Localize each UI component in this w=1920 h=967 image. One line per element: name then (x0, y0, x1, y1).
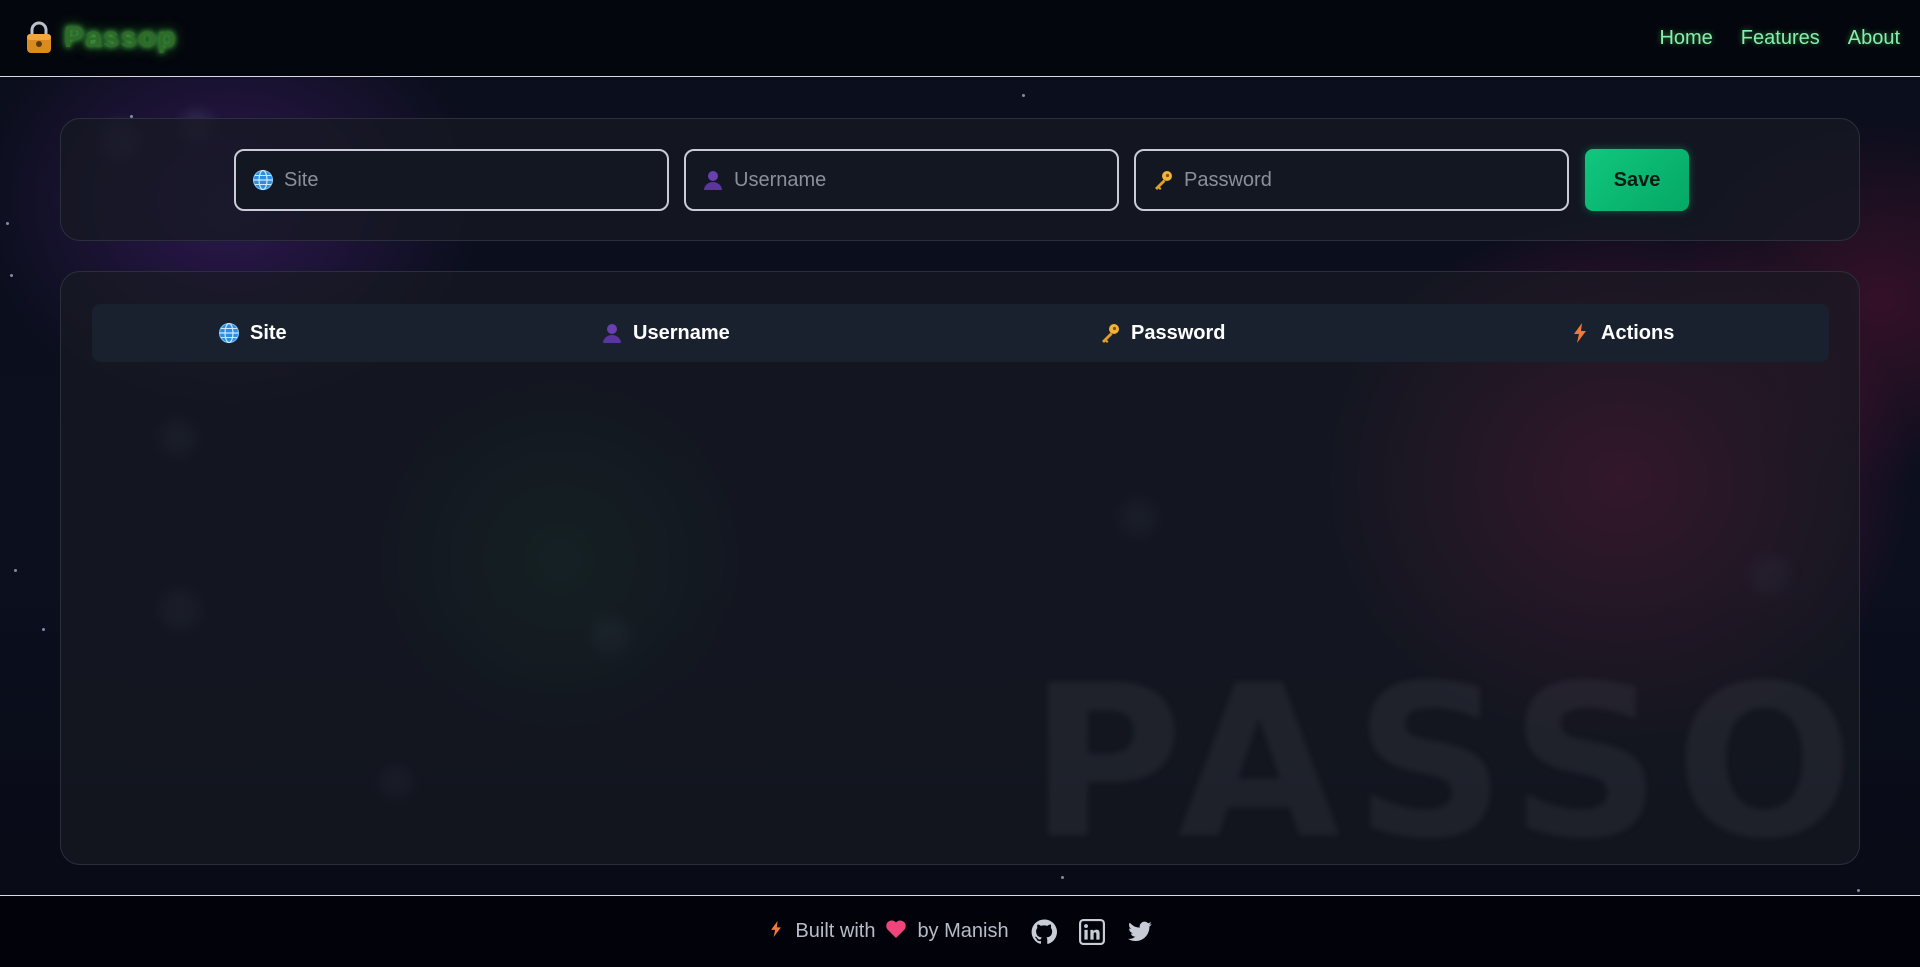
watermark: PASSOP (1029, 640, 1860, 865)
username-field[interactable] (684, 149, 1119, 211)
save-button[interactable]: Save (1585, 149, 1689, 211)
username-input[interactable] (734, 168, 1117, 192)
key-icon (1099, 322, 1121, 344)
lightning-icon (767, 918, 785, 946)
site-field[interactable] (234, 149, 669, 211)
column-header-label: Password (1131, 321, 1226, 344)
column-header-password: Password (1099, 304, 1225, 362)
lightning-icon (1569, 322, 1591, 344)
lock-icon (24, 21, 54, 55)
key-icon (1152, 169, 1174, 191)
globe-icon (218, 322, 240, 344)
user-icon (702, 169, 724, 191)
linkedin-icon[interactable] (1078, 918, 1105, 945)
footer-built-with: Built with (795, 920, 876, 942)
column-header-actions: Actions (1569, 304, 1674, 362)
heart-icon (885, 919, 907, 945)
github-icon[interactable] (1031, 919, 1057, 945)
passwords-table: PASSOP Site Username (60, 271, 1860, 865)
main-nav: Home Features About (1659, 27, 1900, 50)
top-navbar: Passop Home Features About (0, 0, 1920, 77)
column-header-username: Username (601, 304, 730, 362)
brand[interactable]: Passop (24, 21, 177, 55)
user-icon (601, 322, 623, 344)
column-header-label: Actions (1601, 321, 1675, 344)
password-input[interactable] (1184, 168, 1567, 192)
nav-link-home[interactable]: Home (1659, 27, 1712, 50)
column-header-label: Username (633, 321, 730, 344)
table-header: Site Username Password Actions (92, 304, 1829, 362)
nav-link-features[interactable]: Features (1741, 27, 1820, 50)
brand-title: Passop (64, 21, 177, 54)
footer-author: by Manish (917, 920, 1009, 942)
site-input[interactable] (284, 168, 667, 192)
globe-icon (252, 169, 274, 191)
column-header-label: Site (250, 321, 287, 344)
footer: Built with by Manish (0, 895, 1920, 967)
twitter-icon[interactable] (1127, 919, 1153, 945)
credential-form: Save (60, 118, 1860, 241)
password-field[interactable] (1134, 149, 1569, 211)
column-header-site: Site (218, 304, 287, 362)
nav-link-about[interactable]: About (1848, 27, 1900, 50)
